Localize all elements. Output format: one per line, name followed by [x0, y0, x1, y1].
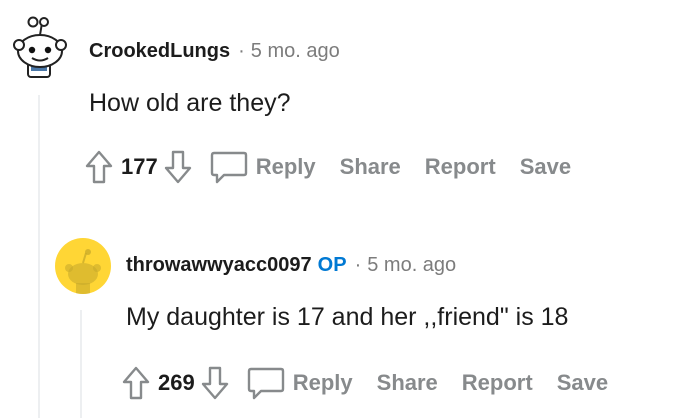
arrow-up-icon[interactable]	[85, 150, 113, 184]
timestamp[interactable]: 5 mo. ago	[367, 254, 456, 277]
share-button[interactable]: Share	[340, 154, 401, 180]
arrow-down-icon[interactable]	[164, 150, 192, 184]
save-button[interactable]: Save	[520, 154, 571, 180]
report-button[interactable]: Report	[425, 154, 496, 180]
action-bar: 269 Reply Share Report Save	[122, 366, 608, 400]
comment-meta: throwawwyacc0097 OP · 5 mo. ago	[126, 254, 456, 277]
avatar[interactable]	[12, 14, 68, 80]
avatar[interactable]	[55, 238, 111, 294]
username[interactable]: CrookedLungs	[89, 40, 230, 63]
comment-meta: CrookedLungs · 5 mo. ago	[89, 40, 340, 63]
thread-line-parent[interactable]	[38, 95, 40, 418]
arrow-up-icon[interactable]	[122, 366, 150, 400]
reply-label: Reply	[255, 154, 316, 179]
separator-dot: ·	[238, 40, 245, 62]
reply-button[interactable]: Reply	[210, 150, 316, 184]
reply-label: Reply	[292, 370, 353, 395]
report-button[interactable]: Report	[462, 370, 533, 396]
action-bar: 177 Reply Share Report Save	[85, 150, 571, 184]
arrow-down-icon[interactable]	[201, 366, 229, 400]
username[interactable]: throwawwyacc0097	[126, 254, 312, 277]
timestamp[interactable]: 5 mo. ago	[251, 40, 340, 63]
speech-bubble-icon	[210, 150, 248, 184]
separator-dot: ·	[354, 254, 362, 276]
speech-bubble-icon	[247, 366, 285, 400]
save-button[interactable]: Save	[557, 370, 608, 396]
thread-line-reply[interactable]	[80, 310, 82, 418]
comment-body: How old are they?	[89, 89, 291, 117]
vote-count: 269	[158, 370, 195, 395]
vote-count: 177	[121, 154, 158, 179]
share-button[interactable]: Share	[377, 370, 438, 396]
op-badge: OP	[317, 254, 347, 276]
comment-body: My daughter is 17 and her ,,friend" is 1…	[126, 303, 569, 331]
reply-button[interactable]: Reply	[247, 366, 353, 400]
snoo-avatar-icon	[13, 16, 67, 78]
snoo-avatar-icon	[65, 249, 101, 294]
